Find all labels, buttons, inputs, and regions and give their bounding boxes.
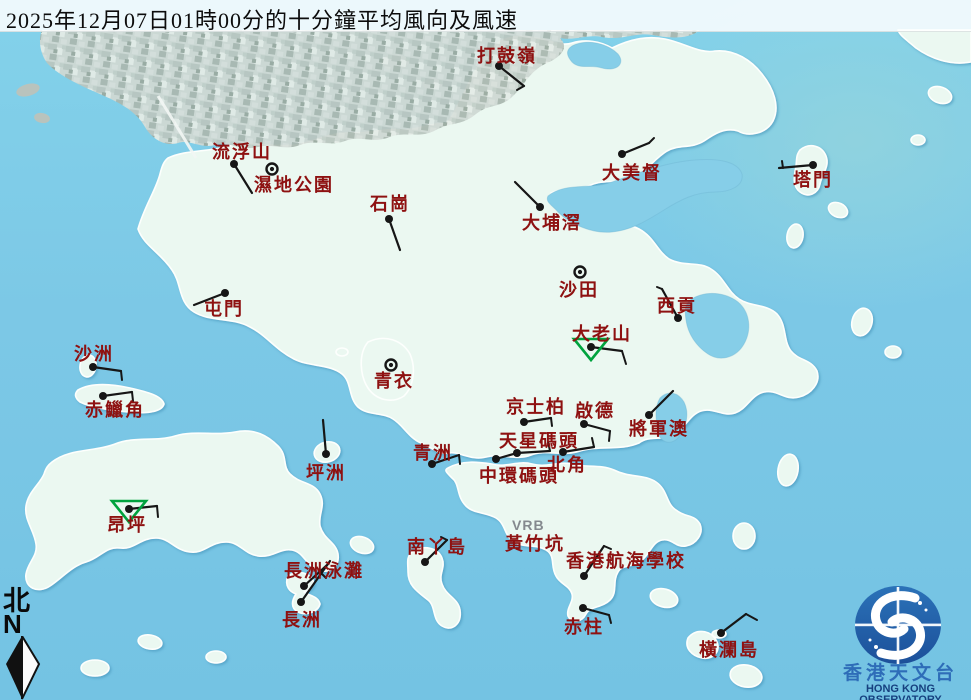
map-title: 2025年12月07日01時00分的十分鐘平均風向及風速 (6, 3, 518, 35)
title-bar: 2025年12月07日01時00分的十分鐘平均風向及風速 (0, 0, 971, 32)
station-dot (559, 448, 567, 456)
station-dot (809, 161, 817, 169)
station-dot (520, 418, 528, 426)
station-dot (536, 203, 544, 211)
station-dot (645, 411, 653, 419)
wind-map-app: 流浮山濕地公園打鼓嶺石崗大美督塔門大埔滘沙田西貢屯門沙洲赤鱲角大老山青衣京士柏啟… (0, 0, 971, 700)
station-dot (580, 420, 588, 428)
station-dot (297, 598, 305, 606)
station-dot (385, 215, 393, 223)
station-dot (674, 314, 682, 322)
hko-name-english: HONG KONG OBSERVATORY (830, 684, 971, 700)
hong-kong-map (0, 0, 971, 700)
station-dot (618, 150, 626, 158)
station-dot (580, 572, 588, 580)
station-dot (428, 460, 436, 468)
station-dot (717, 629, 725, 637)
station-dot (421, 558, 429, 566)
station-dot (579, 604, 587, 612)
north-arrow-icon (3, 636, 43, 700)
station-dot (492, 455, 500, 463)
station-dot (89, 363, 97, 371)
station-dot (587, 343, 595, 351)
station-dot (322, 450, 330, 458)
hko-logo: 香港天文台 HONG KONG OBSERVATORY (830, 583, 971, 700)
station-dot (230, 160, 238, 168)
station-dot (221, 289, 229, 297)
station-dot (125, 505, 133, 513)
hko-name-chinese: 香港天文台 (830, 664, 971, 683)
station-dot (495, 62, 503, 70)
station-dot (99, 392, 107, 400)
north-indicator: 北 N (3, 588, 51, 700)
station-dot (300, 582, 308, 590)
